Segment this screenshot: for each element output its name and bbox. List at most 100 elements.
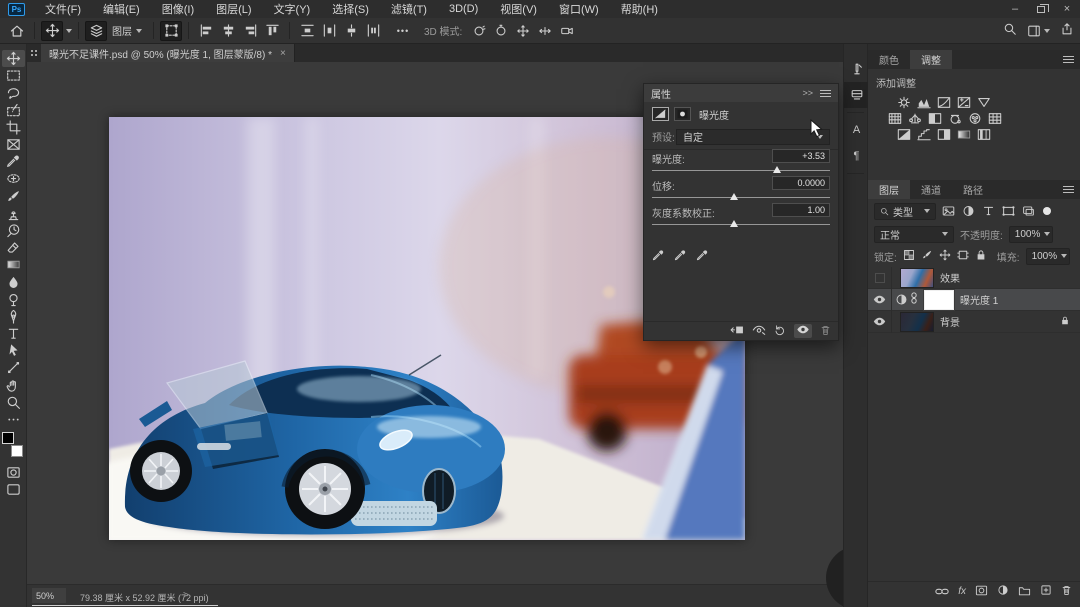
levels-icon[interactable] [916,95,932,109]
zoom-level-field[interactable]: 50% [32,588,66,603]
distribute-spacing-icon[interactable] [362,21,384,41]
selective-color-icon[interactable] [976,127,992,141]
eyedropper-tool[interactable] [2,153,25,170]
document-tab-close-icon[interactable]: × [280,48,286,59]
filter-smart-objects-icon[interactable] [1021,205,1036,217]
path-selection-tool[interactable] [2,342,25,359]
history-brush-tool[interactable] [2,222,25,239]
eraser-tool[interactable] [2,239,25,256]
layer-filter-toggle[interactable] [1043,207,1051,215]
invert-icon[interactable] [896,127,912,141]
layer-style-fx-icon[interactable]: fx [958,586,966,597]
brush-tool[interactable] [2,188,25,205]
status-chevron[interactable]: > [183,590,189,601]
distribute-horizontal-icon[interactable] [318,21,340,41]
tab-layers[interactable]: 图层 [868,180,910,199]
auto-select-target-dropdown[interactable]: 图层 [107,22,147,40]
align-horizontal-centers-icon[interactable] [217,21,239,41]
3d-slide-icon[interactable] [534,21,556,41]
move-tool-option-icon[interactable] [41,20,63,41]
posterize-icon[interactable] [916,127,932,141]
libraries-panel-icon[interactable] [844,82,869,108]
blend-mode-dropdown[interactable]: 正常 [874,225,954,243]
layer-name[interactable]: 曝光度 1 [960,292,998,307]
move-tool[interactable] [1,50,25,68]
color-balance-icon[interactable] [907,111,923,125]
3d-orbit-icon[interactable] [468,21,490,41]
lasso-tool[interactable] [2,84,25,101]
black-white-icon[interactable] [927,111,943,125]
search-icon[interactable] [1003,22,1017,41]
history-panel-icon[interactable] [844,56,869,82]
opacity-dropdown[interactable]: 100% [1008,225,1053,243]
auto-select-toggle[interactable] [85,20,107,41]
panel-menu-icon[interactable] [820,89,831,97]
link-layers-icon[interactable] [935,583,949,601]
layer-name[interactable]: 效果 [940,270,960,285]
object-selection-tool[interactable] [2,102,25,119]
quick-mask-toggle[interactable] [2,464,25,481]
filter-shape-layers-icon[interactable] [1001,205,1016,217]
blur-tool[interactable] [2,273,25,290]
gamma-slider-track[interactable] [652,220,830,227]
brightness-contrast-icon[interactable] [896,95,912,109]
align-right-edges-icon[interactable] [239,21,261,41]
restore-button[interactable] [1028,0,1054,18]
menu-edit[interactable]: 编辑(E) [92,1,151,17]
new-adjustment-layer-icon[interactable] [997,583,1009,601]
lock-all-icon[interactable] [975,249,987,264]
layer-row-effects[interactable]: 效果 [868,266,1080,289]
menu-window[interactable]: 窗口(W) [548,1,610,17]
exposure-slider-track[interactable] [652,166,830,173]
shape-tool[interactable] [2,359,25,376]
background-color-swatch[interactable] [11,445,23,458]
menu-layer[interactable]: 图层(L) [205,1,262,17]
photo-filter-icon[interactable] [947,111,963,125]
3d-roll-icon[interactable] [490,21,512,41]
delete-layer-trash-icon[interactable] [1061,583,1072,601]
gradient-tool[interactable] [2,256,25,273]
screen-mode-toggle[interactable] [2,481,25,498]
hand-tool[interactable] [2,377,25,394]
3d-drag-icon[interactable] [512,21,534,41]
preset-dropdown[interactable]: 自定 [676,128,830,145]
minimize-button[interactable]: – [1002,0,1028,18]
layer-filter-type-dropdown[interactable]: 类型 [874,202,936,220]
filter-type-layers-icon[interactable] [981,205,996,217]
frame-tool[interactable] [2,136,25,153]
reset-adjustment-icon[interactable] [774,324,786,339]
delete-adjustment-trash-icon[interactable] [820,324,831,339]
lock-image-pixels-icon[interactable] [921,249,933,264]
panel-menu-icon[interactable] [1063,56,1074,63]
layer-name[interactable]: 背景 [940,314,960,329]
layer-thumbnail[interactable] [900,267,934,288]
show-transform-controls-toggle[interactable] [160,20,182,41]
curves-icon[interactable] [936,95,952,109]
tab-channels[interactable]: 通道 [910,180,952,199]
foreground-color-swatch[interactable] [2,432,14,445]
hue-saturation-icon[interactable] [887,111,903,125]
filter-pixel-layers-icon[interactable] [941,205,956,217]
vibrance-icon[interactable] [976,95,992,109]
menu-help[interactable]: 帮助(H) [610,1,669,17]
zoom-tool[interactable] [2,394,25,411]
layer-mask-thumbnail-selected[interactable] [923,288,955,311]
gradient-map-icon[interactable] [956,127,972,141]
layer-row-background[interactable]: 背景 [868,310,1080,333]
offset-slider-thumb[interactable] [729,193,738,200]
tool-dropdown-chevron[interactable] [66,28,72,33]
visibility-toggle-visible[interactable] [868,288,892,311]
black-point-eyedropper-icon[interactable] [652,249,665,265]
menu-image[interactable]: 图像(I) [151,1,205,17]
align-left-edges-icon[interactable] [195,21,217,41]
panel-menu-icon[interactable] [1063,186,1074,193]
crop-tool[interactable] [2,119,25,136]
more-options-ellipsis[interactable]: ••• [392,21,414,41]
color-lookup-icon[interactable] [987,111,1003,125]
menu-filter[interactable]: 滤镜(T) [380,1,438,17]
align-top-edges-icon[interactable] [261,21,283,41]
lock-position-icon[interactable] [939,249,951,264]
foreground-background-swatches[interactable] [2,432,24,458]
paragraph-panel-icon[interactable]: ¶ [844,143,869,169]
document-info[interactable]: 79.38 厘米 x 52.92 厘米 (72 ppi) [80,591,209,604]
